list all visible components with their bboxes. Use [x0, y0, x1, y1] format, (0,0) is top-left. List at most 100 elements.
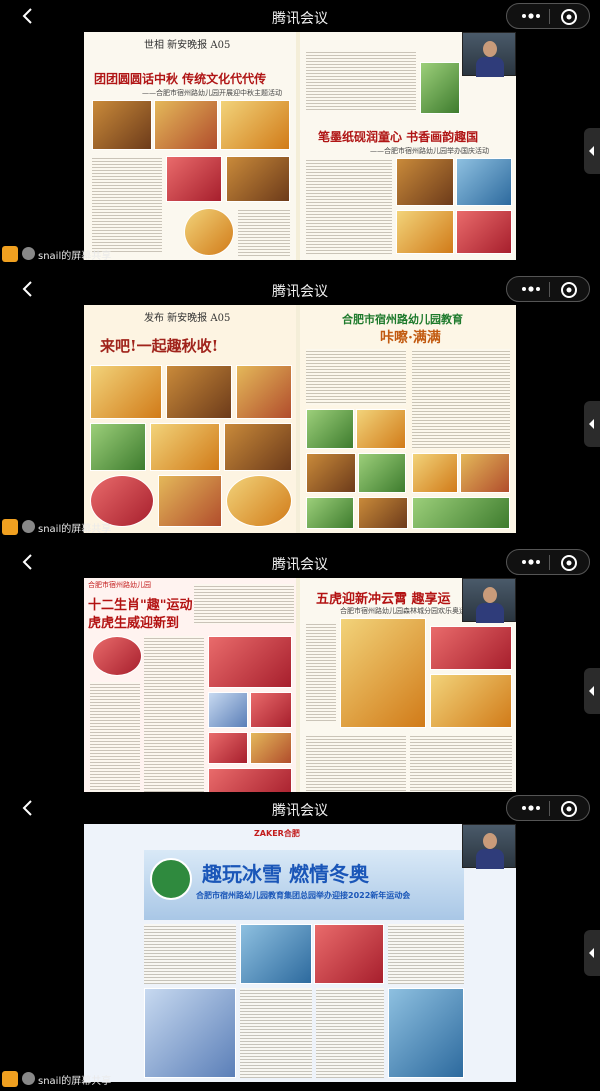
mini-program-capsule	[506, 3, 590, 29]
side-panel-toggle[interactable]	[584, 930, 600, 976]
mini-program-capsule	[506, 795, 590, 821]
shared-screen: 发布 新安晚报 A05 来吧!一起趣秋收! 合肥市宿州路幼儿园教育 咔嚓·满满	[84, 305, 516, 533]
side-panel-toggle[interactable]	[584, 128, 600, 174]
photo	[240, 924, 312, 984]
presenter-webcam	[462, 32, 516, 77]
newspaper-page-left: 合肥市宿州路幼儿园 十二生肖"趣"运动 虎虎生威迎新到	[84, 578, 296, 806]
share-label: snail的屏幕共享	[38, 524, 112, 535]
share-label: snail的屏幕共享	[38, 1076, 112, 1087]
screen-share-bar: snail的屏幕共享	[0, 517, 600, 537]
headline: 趣玩冰雪 燃情冬奥	[202, 862, 369, 886]
photo	[460, 453, 510, 493]
shared-screen: 世相 新安晚报 A05 团团圆圆话中秋 传统文化代代传 ——合肥市宿州路幼儿园开…	[84, 32, 516, 260]
photo	[220, 100, 290, 150]
title-bar: 腾讯会议	[0, 792, 600, 824]
screen-share-icon	[2, 246, 18, 262]
photo	[208, 692, 248, 728]
chevron-left-icon	[589, 419, 594, 429]
headline: 团团圆圆话中秋 传统文化代代传	[94, 72, 267, 86]
chevron-left-icon	[589, 948, 594, 958]
photo	[396, 158, 454, 206]
more-dots-icon[interactable]	[517, 281, 545, 297]
screen-share-icon	[2, 519, 18, 535]
avatar	[22, 247, 35, 260]
photo	[306, 453, 356, 493]
photo	[166, 156, 222, 202]
photo	[90, 365, 162, 419]
side-panel-toggle[interactable]	[584, 668, 600, 714]
sub-headline: ——合肥市宿州路幼儿园开展迎中秋主题活动	[142, 89, 282, 97]
avatar	[22, 520, 35, 533]
photo	[412, 453, 458, 493]
photo	[92, 100, 152, 150]
sub-headline: ——合肥市宿州路幼儿园举办国庆活动	[370, 147, 489, 155]
newspaper-page-right: 五虎迎新冲云霄 趣享运 合肥市宿州路幼儿园森林城分园欢乐奥运	[300, 578, 516, 806]
sub-headline: 虎虎生威迎新到	[88, 616, 180, 631]
capsule-divider	[549, 801, 550, 816]
school-logo	[150, 858, 192, 900]
headline: 笔墨纸砚润童心 书香画韵趣国	[318, 130, 479, 144]
mini-program-capsule	[506, 276, 590, 302]
article-text	[306, 622, 336, 722]
masthead: 发布 新安晚报 A05	[144, 313, 231, 324]
article-text	[144, 636, 204, 796]
screen-share-icon	[2, 1071, 18, 1087]
photo	[430, 674, 512, 728]
sub-headline: 合肥市宿州路幼儿园森林城分园欢乐奥运	[340, 607, 466, 615]
photo	[90, 423, 146, 471]
close-circle-icon[interactable]	[559, 7, 579, 27]
screen-share-bar: snail的屏幕共享	[0, 244, 600, 264]
newspaper-page-right: 合肥市宿州路幼儿园教育 咔嚓·满满	[300, 305, 516, 533]
newspaper-page-left: 发布 新安晚报 A05 来吧!一起趣秋收!	[84, 305, 296, 533]
photo	[144, 988, 236, 1078]
newspaper-page-left: 世相 新安晚报 A05 团团圆圆话中秋 传统文化代代传 ——合肥市宿州路幼儿园开…	[84, 32, 296, 260]
more-dots-icon[interactable]	[517, 8, 545, 24]
photo	[250, 732, 292, 764]
meeting-window-4: 腾讯会议 ZAKER合肥 趣玩冰雪 燃情冬奥 合肥市宿州路幼儿园教育集团总园举办…	[0, 792, 600, 1091]
close-circle-icon[interactable]	[559, 799, 579, 819]
meeting-window-2: 腾讯会议 发布 新安晚报 A05 来吧!一起趣秋收! 合肥市宿州路幼儿园教育 咔…	[0, 273, 600, 537]
masthead: 世相 新安晚报 A05	[144, 40, 231, 51]
photo	[430, 626, 512, 670]
masthead: ZAKER合肥	[254, 829, 300, 838]
masthead: 合肥市宿州路幼儿园	[88, 581, 151, 589]
photo	[208, 636, 292, 688]
share-label: snail的屏幕共享	[38, 251, 112, 262]
photo	[236, 365, 292, 419]
chevron-left-icon	[589, 146, 594, 156]
meeting-window-1: 腾讯会议 世相 新安晚报 A05 团团圆圆话中秋 传统文化代代传 ——合肥市宿州…	[0, 0, 600, 264]
photo	[314, 924, 384, 984]
more-dots-icon[interactable]	[517, 800, 545, 816]
headline: 五虎迎新冲云霄 趣享运	[316, 592, 451, 607]
article-text	[412, 349, 510, 449]
photo	[226, 156, 290, 202]
mini-program-capsule	[506, 549, 590, 575]
photo	[154, 100, 218, 150]
shared-screen: ZAKER合肥 趣玩冰雪 燃情冬奥 合肥市宿州路幼儿园教育集团总园举办迎接202…	[84, 824, 516, 1082]
article-text	[92, 156, 162, 252]
capsule-divider	[549, 9, 550, 24]
side-panel-toggle[interactable]	[584, 401, 600, 447]
presenter-webcam	[462, 578, 516, 623]
photo	[166, 365, 232, 419]
photo	[358, 453, 406, 493]
article-text	[194, 584, 294, 624]
screen-share-bar: snail的屏幕共享	[0, 1069, 600, 1089]
sub-headline: 合肥市宿州路幼儿园教育集团总园举办迎接2022新年运动会	[196, 891, 411, 900]
headline: 来吧!一起趣秋收!	[100, 337, 219, 355]
close-circle-icon[interactable]	[559, 280, 579, 300]
article-text	[90, 682, 140, 798]
article-text	[306, 50, 416, 110]
article-text	[240, 988, 312, 1078]
more-dots-icon[interactable]	[517, 554, 545, 570]
sub-headline: 咔嚓·满满	[380, 330, 441, 346]
presenter-webcam	[462, 824, 516, 869]
title-bar: 腾讯会议	[0, 546, 600, 578]
avatar	[22, 1072, 35, 1085]
photo	[356, 409, 406, 449]
newspaper-page: ZAKER合肥 趣玩冰雪 燃情冬奥 合肥市宿州路幼儿园教育集团总园举办迎接202…	[84, 824, 516, 1082]
photo	[456, 158, 512, 206]
photo	[250, 692, 292, 728]
photo	[208, 732, 248, 764]
close-circle-icon[interactable]	[559, 553, 579, 573]
